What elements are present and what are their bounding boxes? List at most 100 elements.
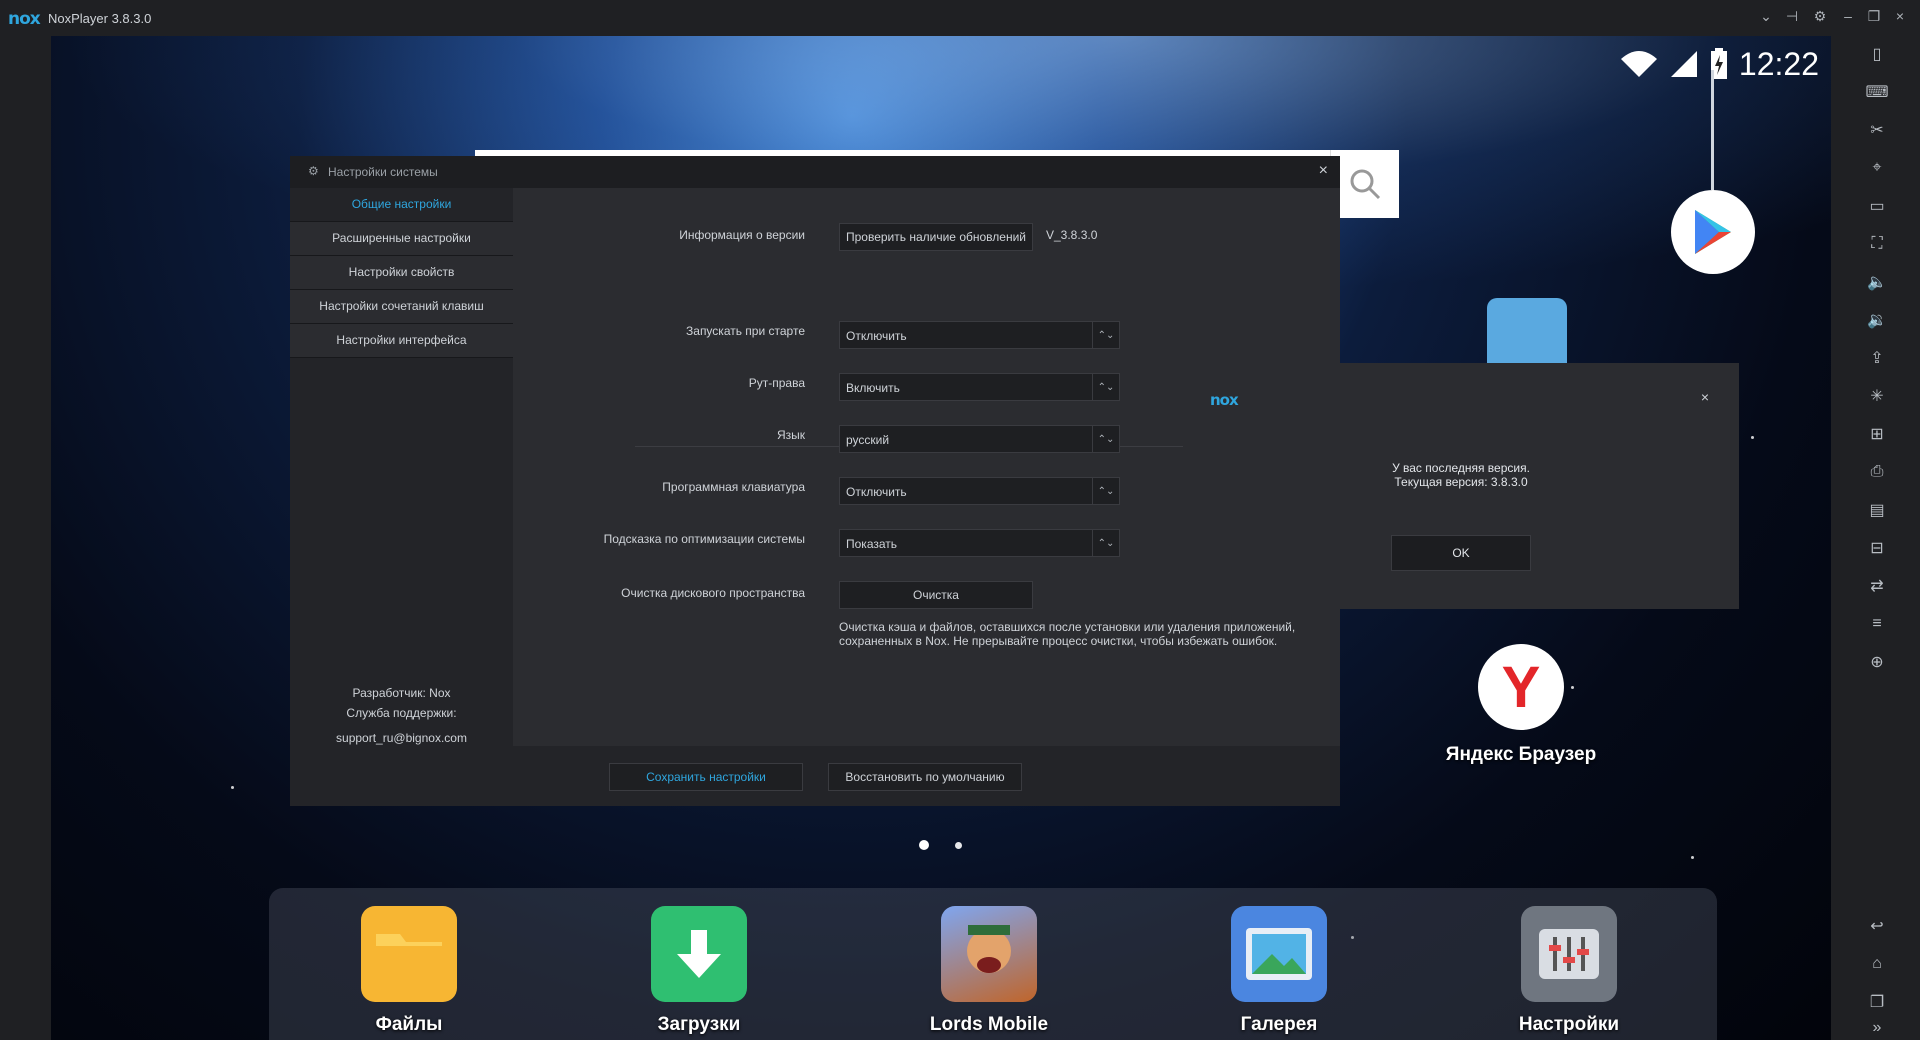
pin-icon[interactable]: ⊣ [1782, 8, 1802, 25]
setting-label: Программная клавиатура [662, 480, 805, 494]
cleanup-note-line: Очистка кэша и файлов, оставшихся после … [839, 620, 1296, 634]
chevron-down-icon[interactable]: ⌄ [1756, 8, 1776, 25]
phone-rotate-icon[interactable]: ▯ [1865, 42, 1889, 66]
nav-hotkeys[interactable]: Настройки сочетаний клавиш [290, 290, 513, 324]
apk-install-icon[interactable]: ⇪ [1865, 346, 1889, 370]
support-label: Служба поддержки: [346, 706, 457, 720]
fullscreen-icon[interactable]: ⛶ [1865, 232, 1889, 256]
location-icon[interactable]: ⌖ [1865, 156, 1889, 180]
save-settings-button[interactable]: Сохранить настройки [609, 763, 803, 791]
app-label: Галерея [1240, 1014, 1318, 1035]
star [231, 786, 234, 789]
dialog-title: Настройки системы [328, 165, 438, 179]
gallery-icon [1231, 906, 1327, 1002]
version-label: Информация о версии [679, 228, 805, 242]
updown-arrow-icon: ⌃⌄ [1092, 426, 1119, 452]
app-dock: Файлы Загрузки Lords Mobile Галерея Наст… [269, 888, 1717, 1040]
volume-up-icon[interactable]: 🔈 [1865, 270, 1889, 294]
page-indicator-dot[interactable] [955, 842, 962, 849]
record-icon[interactable]: ▤ [1865, 498, 1889, 522]
menu-icon[interactable]: ≡ [1865, 612, 1889, 636]
select-value: Показать [846, 537, 898, 551]
setting-label: Подсказка по оптимизации системы [603, 532, 805, 546]
nav-interface[interactable]: Настройки интерфейса [290, 324, 513, 358]
autostart-select[interactable]: Отключить ⌃⌄ [839, 321, 1120, 349]
back-icon[interactable]: ↩ [1865, 914, 1889, 938]
cleanup-button[interactable]: Очистка [839, 581, 1033, 609]
screen-icon[interactable]: ▭ [1865, 194, 1889, 218]
nav-general[interactable]: Общие настройки [290, 188, 513, 222]
updown-arrow-icon: ⌃⌄ [1092, 478, 1119, 504]
scissors-icon[interactable]: ✂ [1865, 118, 1889, 142]
macro-icon[interactable]: ⊟ [1865, 536, 1889, 560]
root-select[interactable]: Включить ⌃⌄ [839, 373, 1120, 401]
status-clock: 12:22 [1738, 45, 1819, 82]
popup-message: У вас последняя версия. Текущая версия: … [1183, 461, 1739, 489]
language-select[interactable]: русский ⌃⌄ [839, 425, 1120, 453]
nav-advanced[interactable]: Расширенные настройки [290, 222, 513, 256]
volume-down-icon[interactable]: 🔉 [1865, 308, 1889, 332]
search-button[interactable] [1330, 150, 1399, 218]
popup-close-button[interactable]: × [1701, 389, 1709, 405]
dialog-header: ⚙ Настройки системы × [290, 156, 1340, 188]
recent-apps-icon[interactable]: ❐ [1865, 990, 1889, 1014]
close-icon[interactable]: × [1890, 8, 1910, 24]
app-label: Настройки [1518, 1014, 1620, 1035]
soft-keyboard-select[interactable]: Отключить ⌃⌄ [839, 477, 1120, 505]
dialog-footer: Сохранить настройки Восстановить по умол… [290, 746, 1340, 806]
select-value: Отключить [846, 329, 907, 343]
minimize-icon[interactable]: – [1838, 8, 1858, 24]
play-store-icon [1695, 210, 1731, 254]
search-icon [1350, 169, 1381, 200]
screenshot-icon[interactable]: ⎙ [1865, 460, 1889, 484]
star [1751, 436, 1754, 439]
more-icon[interactable]: » [1865, 1016, 1889, 1040]
check-updates-button[interactable]: Проверить наличие обновлений [839, 223, 1033, 251]
restore-defaults-button[interactable]: Восстановить по умолчанию [828, 763, 1022, 791]
keyboard-icon[interactable]: ⌨ [1865, 80, 1889, 104]
multi-instance-icon[interactable]: ⊞ [1865, 422, 1889, 446]
yandex-browser-icon: Y [1478, 644, 1564, 730]
sync-icon[interactable]: ⇄ [1865, 574, 1889, 598]
select-value: Отключить [846, 485, 907, 499]
app-files[interactable]: Файлы [329, 906, 489, 1036]
widget-pin-line [1711, 70, 1714, 190]
shake-icon[interactable]: ✳ [1865, 384, 1889, 408]
dialog-close-button[interactable]: × [1319, 162, 1328, 180]
game-icon [941, 906, 1037, 1002]
developer-text: Разработчик: Nox [352, 686, 451, 700]
home-icon[interactable]: ⌂ [1865, 952, 1889, 976]
app-downloads[interactable]: Загрузки [619, 906, 779, 1036]
select-value: Включить [846, 381, 900, 395]
window-title: NoxPlayer 3.8.3.0 [48, 11, 152, 26]
popup-ok-button[interactable]: OK [1391, 535, 1531, 571]
signal-icon [1670, 51, 1697, 77]
download-icon [651, 906, 747, 1002]
settings-sliders-icon [1521, 906, 1617, 1002]
optimization-hint-select[interactable]: Показать ⌃⌄ [839, 529, 1120, 557]
updown-arrow-icon: ⌃⌄ [1092, 374, 1119, 400]
support-email[interactable]: support_ru@bignox.com [290, 731, 513, 745]
gear-icon[interactable]: ⚙ [1810, 8, 1830, 25]
nox-logo: nox [8, 9, 41, 29]
select-value: русский [846, 433, 890, 447]
cleanup-note: Очистка кэша и файлов, оставшихся после … [839, 620, 1295, 648]
popup-line: Текущая версия: 3.8.3.0 [1394, 475, 1528, 489]
nox-logo: nox [1210, 391, 1239, 409]
setting-label: Язык [776, 428, 805, 442]
android-statusbar: 12:22 [1619, 44, 1819, 84]
page-indicator-dot-active[interactable] [919, 840, 929, 850]
add-window-icon[interactable]: ⊕ [1865, 650, 1889, 674]
yandex-browser-app[interactable]: Y Яндекс Браузер [1421, 644, 1621, 766]
google-play-app[interactable] [1671, 190, 1755, 274]
app-settings[interactable]: Настройки [1489, 906, 1649, 1036]
star [1691, 856, 1694, 859]
app-lords-mobile[interactable]: Lords Mobile [909, 906, 1069, 1036]
contacts-app-icon[interactable] [1487, 298, 1567, 368]
cleanup-note-line: сохраненных в Nox. Не прерывайте процесс… [839, 634, 1278, 648]
nav-properties[interactable]: Настройки свойств [290, 256, 513, 290]
restore-icon[interactable]: ❐ [1864, 8, 1884, 25]
app-label: Загрузки [657, 1014, 741, 1035]
yandex-browser-label: Яндекс Браузер [1445, 744, 1597, 765]
app-gallery[interactable]: Галерея [1199, 906, 1359, 1036]
